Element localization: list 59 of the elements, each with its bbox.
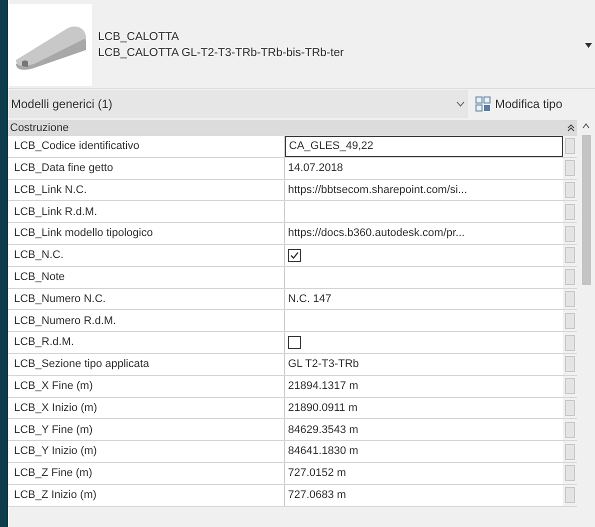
edit-type-button[interactable]: Modifica tipo	[472, 90, 566, 118]
associate-parameter-button[interactable]	[565, 312, 575, 329]
scrollbar-thumb[interactable]	[582, 135, 590, 285]
property-name: LCB_Y Inizio (m)	[8, 441, 285, 462]
scroll-up-icon[interactable]	[582, 123, 590, 129]
checkbox[interactable]	[288, 336, 301, 350]
property-value[interactable]: 14.07.2018	[285, 158, 563, 179]
property-name: LCB_Numero R.d.M.	[8, 310, 285, 332]
filter-dropdown[interactable]: Modelli generici (1)	[8, 90, 468, 118]
property-name: LCB_Z Inizio (m)	[8, 484, 285, 506]
checkbox[interactable]	[288, 248, 301, 262]
property-value[interactable]: 84629.3543 m	[285, 419, 563, 440]
property-name: LCB_Link R.d.M.	[8, 201, 285, 222]
associate-parameter-button[interactable]	[565, 400, 575, 416]
grid-icon	[475, 96, 491, 112]
associate-parameter-button[interactable]	[565, 160, 575, 176]
associate-parameter-button[interactable]	[565, 378, 575, 394]
associate-parameter-button[interactable]	[565, 247, 575, 264]
associate-parameter-button[interactable]	[565, 487, 575, 504]
family-name: LCB_CALOTTA	[98, 30, 180, 45]
property-name: LCB_Numero N.C.	[8, 288, 285, 310]
dropdown-arrow-icon[interactable]	[585, 42, 592, 48]
property-value[interactable]: N.C. 147	[285, 288, 563, 310]
associate-parameter-button[interactable]	[565, 356, 575, 372]
associate-parameter-button[interactable]	[565, 334, 575, 351]
property-value[interactable]: 727.0152 m	[285, 462, 563, 484]
type-name: LCB_CALOTTA GL-T2-T3-TRb-TRb-bis-TRb-ter	[98, 46, 344, 61]
associate-parameter-button[interactable]	[565, 204, 575, 220]
property-name: LCB_X Fine (m)	[8, 376, 285, 397]
property-name: LCB_Link modello tipologico	[8, 223, 285, 244]
associate-parameter-button[interactable]	[565, 269, 575, 286]
associate-parameter-button[interactable]	[565, 422, 575, 438]
associate-parameter-button[interactable]	[565, 444, 575, 460]
property-value[interactable]: GL T2-T3-TRb	[285, 354, 563, 375]
property-value[interactable]: https://docs.b360.autodesk.com/pr...	[285, 223, 563, 244]
property-value[interactable]: https://bbtsecom.sharepoint.com/si...	[285, 180, 563, 200]
property-name: LCB_Codice identificativo	[8, 136, 285, 157]
property-name: LCB_Link N.C.	[8, 180, 285, 200]
associate-parameter-button[interactable]	[565, 138, 575, 154]
property-name: LCB_Data fine getto	[8, 158, 285, 179]
collapse-icon[interactable]	[567, 124, 575, 132]
property-name: LCB_X Inizio (m)	[8, 398, 285, 418]
property-name: LCB_Z Fine (m)	[8, 462, 285, 484]
property-value[interactable]: 727.0683 m	[285, 484, 563, 506]
property-value[interactable]: 21894.1317 m	[285, 376, 563, 397]
property-name: LCB_R.d.M.	[8, 332, 285, 353]
property-name: LCB_N.C.	[8, 244, 285, 266]
group-header[interactable]: Costruzione	[8, 120, 577, 136]
property-name: LCB_Sezione tipo applicata	[8, 354, 285, 375]
associate-parameter-button[interactable]	[565, 226, 575, 242]
chevron-down-icon[interactable]	[456, 100, 465, 106]
associate-parameter-button[interactable]	[565, 465, 575, 482]
property-value[interactable]: CA_GLES_49,22	[285, 136, 563, 157]
property-name: LCB_Note	[8, 266, 285, 288]
associate-parameter-button[interactable]	[565, 290, 575, 307]
associate-parameter-button[interactable]	[565, 182, 575, 198]
property-name: LCB_Y Fine (m)	[8, 419, 285, 440]
property-value[interactable]: 21890.0911 m	[285, 398, 563, 418]
property-value[interactable]: 84641.1830 m	[285, 441, 563, 462]
